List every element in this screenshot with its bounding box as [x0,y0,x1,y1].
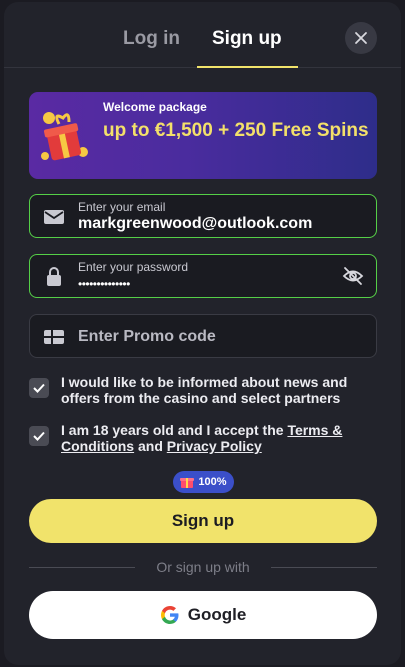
tab-login[interactable]: Log in [123,28,180,50]
divider-left [29,567,135,568]
age-consent-checkbox[interactable] [29,426,49,446]
lock-icon [47,267,61,286]
checkmark-icon [33,383,45,393]
mail-icon [44,210,64,224]
news-consent-checkbox[interactable] [29,378,49,398]
badge-value: 100% [198,476,227,488]
promo-field[interactable]: Enter Promo code [29,314,377,358]
google-signup-button[interactable]: Google [29,591,377,639]
checkmark-icon [33,431,45,441]
privacy-link[interactable]: Privacy Policy [167,438,262,454]
or-signup-with: Or sign up with [156,559,250,575]
gift-icon [180,478,195,488]
eye-off-icon[interactable] [342,266,364,286]
divider-right [271,567,377,568]
gift-icon [41,112,88,161]
banner-subtitle: Welcome package [103,100,207,114]
promo-placeholder[interactable]: Enter Promo code [78,328,216,346]
signup-button[interactable]: Sign up [29,499,377,543]
banner-offer: up to €1,500 + 250 Free Spins [103,120,369,141]
welcome-banner[interactable]: Welcome package up to €1,500 + 250 Free … [29,92,377,179]
google-icon [160,606,179,624]
password-label: Enter your password [78,260,189,274]
email-field[interactable]: Enter your email markgreenwood@outlook.c… [29,194,377,238]
bonus-badge: 100% [173,471,234,493]
tab-signup[interactable]: Sign up [212,28,282,50]
password-value[interactable]: •••••••••••••• [78,277,130,291]
email-label: Enter your email [78,200,166,214]
close-button[interactable] [345,22,377,54]
age-consent-text: I am 18 years old and I accept the [61,422,284,438]
tab-bar: Log in Sign up [4,2,401,68]
close-icon [355,32,367,44]
signup-modal: Log in Sign up Welcome package up to €1,… [4,2,401,665]
password-field[interactable]: Enter your password •••••••••••••• [29,254,377,298]
google-button-label: Google [187,605,247,624]
news-consent-label: I would like to be informed about news a… [61,374,348,406]
gift-card-icon [44,330,64,344]
email-value[interactable]: markgreenwood@outlook.com [78,215,312,233]
active-tab-indicator [197,66,298,68]
age-consent-label: I am 18 years old and I accept the Terms… [61,422,377,454]
and-text: and [138,438,163,454]
